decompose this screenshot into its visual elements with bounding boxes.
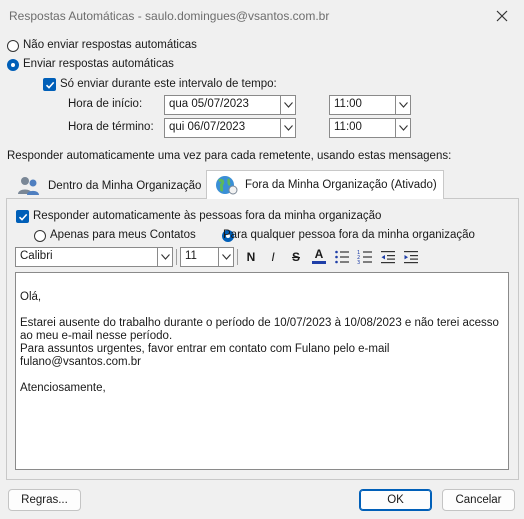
strike-label: S xyxy=(291,250,300,264)
chevron-down-icon xyxy=(283,125,293,131)
send-reply-radio[interactable] xyxy=(7,59,19,71)
font-color-button[interactable]: A xyxy=(309,246,329,266)
font-name-field[interactable]: Calibri xyxy=(15,247,157,267)
tab-outside-org-label: Fora da Minha Organização (Ativado) xyxy=(245,179,437,191)
no-reply-radio[interactable] xyxy=(7,40,19,52)
font-size-dropdown[interactable] xyxy=(218,247,234,267)
svg-text:3: 3 xyxy=(357,260,360,265)
rules-button[interactable]: Regras... xyxy=(8,489,81,511)
tab-outside-org[interactable]: Fora da Minha Organização (Ativado) xyxy=(206,170,444,199)
bullets-button[interactable] xyxy=(332,247,352,267)
start-date-field[interactable]: qua 05/07/2023 xyxy=(164,95,280,115)
check-icon xyxy=(18,213,27,221)
numbered-list-icon: 1 2 3 xyxy=(357,250,372,265)
decrease-indent-icon xyxy=(381,251,395,264)
globe-icon xyxy=(216,176,238,195)
font-color-bar xyxy=(312,261,326,264)
end-date-dropdown[interactable] xyxy=(280,118,296,138)
close-button[interactable] xyxy=(488,4,516,28)
end-time-field[interactable]: 11:00 xyxy=(329,118,395,138)
strike-button[interactable]: S xyxy=(286,247,306,267)
respond-outside-checkbox[interactable] xyxy=(16,210,29,223)
bold-button[interactable]: N xyxy=(241,247,261,267)
start-label: Hora de início: xyxy=(68,98,143,110)
chevron-down-icon xyxy=(398,125,408,131)
people-icon xyxy=(18,177,39,195)
no-reply-label[interactable]: Não enviar respostas automáticas xyxy=(23,39,197,51)
ok-button[interactable]: OK xyxy=(359,489,432,511)
cancel-button[interactable]: Cancelar xyxy=(442,489,515,511)
chevron-down-icon xyxy=(398,102,408,108)
end-time-dropdown[interactable] xyxy=(395,118,411,138)
tab-inside-org-label: Dentro da Minha Organização xyxy=(48,180,202,192)
message-line-4: fulano@vsantos.com.br xyxy=(20,356,141,368)
anyone-label[interactable]: Para qualquer pessoa fora da minha organ… xyxy=(223,229,475,241)
decrease-indent-button[interactable] xyxy=(378,247,398,267)
font-name-dropdown[interactable] xyxy=(157,247,173,267)
start-date-dropdown[interactable] xyxy=(280,95,296,115)
contacts-only-radio[interactable] xyxy=(34,230,46,242)
bold-label: N xyxy=(246,250,256,264)
toolbar-separator xyxy=(237,249,238,265)
window-title: Respostas Automáticas - saulo.domingues@… xyxy=(9,9,330,23)
message-line-3: Para assuntos urgentes, favor entrar em … xyxy=(20,343,390,355)
send-reply-label[interactable]: Enviar respostas automáticas xyxy=(23,58,174,70)
italic-button[interactable]: I xyxy=(263,247,283,267)
message-closing: Atenciosamente, xyxy=(20,382,106,394)
interval-label[interactable]: Só enviar durante este intervalo de temp… xyxy=(60,78,277,90)
italic-label: I xyxy=(271,250,275,264)
message-line-1: Estarei ausente do trabalho durante o pe… xyxy=(20,317,499,329)
respond-outside-label[interactable]: Responder automaticamente às pessoas for… xyxy=(33,210,381,222)
font-size-field[interactable]: 11 xyxy=(180,247,218,267)
close-icon xyxy=(496,10,508,22)
chevron-down-icon xyxy=(221,254,231,260)
increase-indent-icon xyxy=(404,251,418,264)
interval-checkbox[interactable] xyxy=(43,78,56,91)
numbering-button[interactable]: 1 2 3 xyxy=(355,247,375,267)
toolbar-separator xyxy=(176,249,177,265)
tab-inside-org[interactable]: Dentro da Minha Organização xyxy=(10,172,207,200)
message-line-2: ao meu e-mail nesse período. xyxy=(20,330,173,342)
font-color-label: A xyxy=(314,247,324,261)
check-icon xyxy=(45,81,54,89)
bullet-list-icon xyxy=(335,250,349,264)
message-greeting: Olá, xyxy=(20,291,42,303)
start-time-dropdown[interactable] xyxy=(395,95,411,115)
chevron-down-icon xyxy=(160,254,170,260)
reply-once-label: Responder automaticamente uma vez para c… xyxy=(7,150,452,162)
end-label: Hora de término: xyxy=(68,121,154,133)
increase-indent-button[interactable] xyxy=(401,247,421,267)
start-time-field[interactable]: 11:00 xyxy=(329,95,395,115)
contacts-only-label[interactable]: Apenas para meus Contatos xyxy=(50,229,196,241)
chevron-down-icon xyxy=(283,102,293,108)
message-editor[interactable]: Olá, Estarei ausente do trabalho durante… xyxy=(15,272,509,470)
end-date-field[interactable]: qui 06/07/2023 xyxy=(164,118,280,138)
